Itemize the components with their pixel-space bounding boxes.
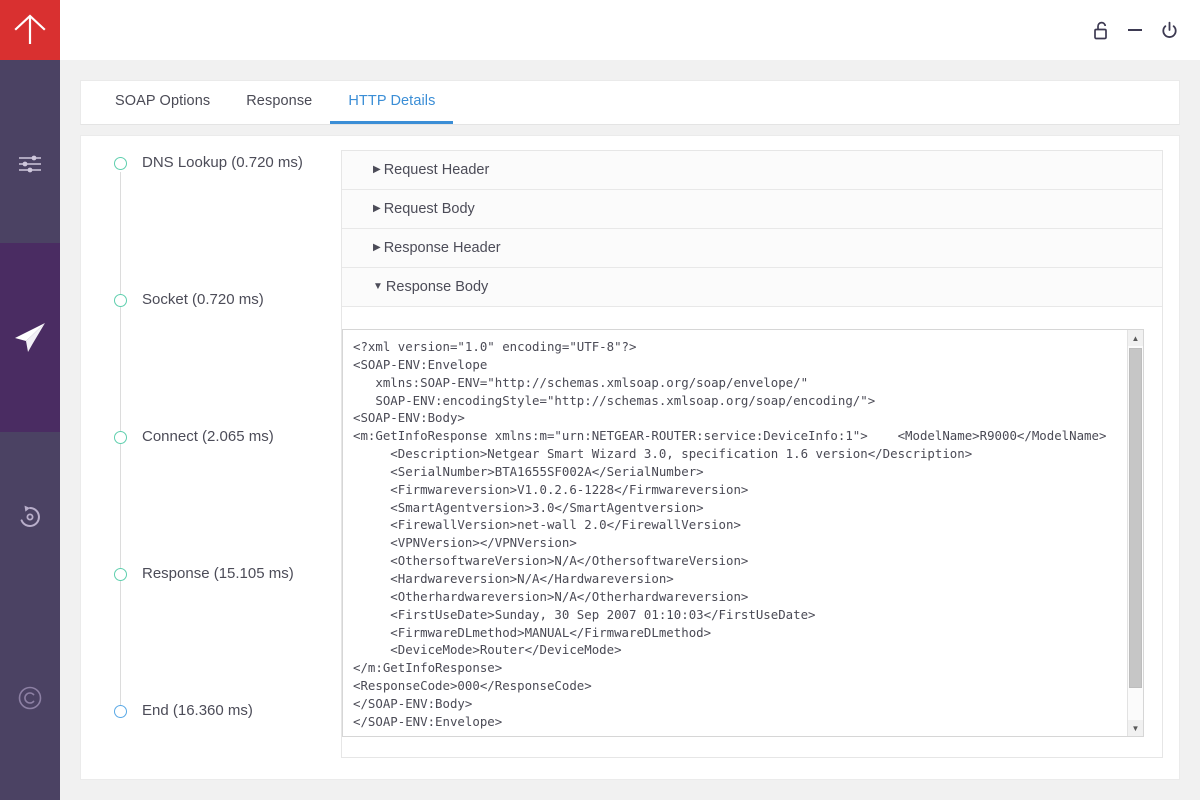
timeline-step-label: DNS Lookup (0.720 ms) — [142, 154, 303, 171]
http-details-panel: DNS Lookup (0.720 ms) Socket (0.720 ms) … — [80, 135, 1180, 780]
application-window: SOAP Options Response HTTP Details DNS L… — [0, 0, 1200, 800]
sidebar-item-settings-sliders[interactable] — [0, 124, 60, 204]
up-arrow-icon — [10, 10, 50, 50]
tab-response[interactable]: Response — [228, 81, 330, 124]
minimize-icon — [1126, 21, 1144, 39]
minimize-button[interactable] — [1118, 13, 1152, 47]
left-sidebar — [0, 0, 60, 800]
accordion-label: Response Body — [385, 279, 489, 295]
accordion-label: Request Body — [383, 201, 475, 217]
timeline-step-label: Connect (2.065 ms) — [142, 428, 274, 445]
scrollbar-thumb[interactable] — [1128, 348, 1142, 688]
sidebar-item-history[interactable] — [0, 477, 60, 557]
timeline-dot-icon — [114, 568, 127, 581]
timeline-step-response[interactable]: Response (15.105 ms) — [97, 565, 341, 702]
http-accordion: ▶ Request Header ▶ Request Body ▶ Respon… — [341, 150, 1163, 758]
accordion-header-response-header[interactable]: ▶ Response Header — [342, 229, 1162, 268]
timeline-step-label: End (16.360 ms) — [142, 702, 253, 719]
copyright-icon — [17, 685, 43, 711]
accordion-label: Response Header — [383, 240, 501, 256]
timeline-step-label: Response (15.105 ms) — [142, 565, 294, 582]
unlock-button[interactable] — [1084, 13, 1118, 47]
tab-soap-options[interactable]: SOAP Options — [97, 81, 228, 124]
sidebar-item-copyright[interactable] — [0, 658, 60, 738]
response-body-viewer[interactable]: <?xml version="1.0" encoding="UTF-8"?> <… — [342, 329, 1144, 737]
chevron-right-icon: ▶ — [373, 164, 381, 175]
paper-plane-icon — [11, 319, 49, 357]
timeline-dot-icon — [114, 431, 127, 444]
timeline-dot-icon — [114, 294, 127, 307]
timeline-step-dns-lookup[interactable]: DNS Lookup (0.720 ms) — [97, 154, 341, 291]
content-area: SOAP Options Response HTTP Details DNS L… — [60, 60, 1200, 800]
timeline-step-label: Socket (0.720 ms) — [142, 291, 264, 308]
tab-label: HTTP Details — [348, 93, 436, 109]
timeline-step-connect[interactable]: Connect (2.065 ms) — [97, 428, 341, 565]
timeline-dot-icon — [114, 705, 127, 718]
chevron-down-icon: ▼ — [373, 281, 383, 292]
sidebar-item-send-request[interactable] — [0, 243, 60, 432]
tab-bar: SOAP Options Response HTTP Details — [80, 80, 1180, 125]
tab-http-details[interactable]: HTTP Details — [330, 81, 454, 124]
scrollbar-track[interactable] — [1127, 346, 1143, 720]
power-icon — [1160, 21, 1179, 40]
app-logo[interactable] — [0, 0, 60, 60]
unlock-icon — [1093, 21, 1110, 40]
scroll-down-arrow-icon[interactable]: ▼ — [1127, 720, 1143, 736]
accordion-header-request-header[interactable]: ▶ Request Header — [342, 151, 1162, 190]
accordion-header-request-body[interactable]: ▶ Request Body — [342, 190, 1162, 229]
power-button[interactable] — [1152, 13, 1186, 47]
response-body-xml: <?xml version="1.0" encoding="UTF-8"?> <… — [353, 339, 1107, 729]
timeline-step-end[interactable]: End (16.360 ms) — [97, 702, 341, 719]
history-icon — [17, 504, 43, 530]
response-body-scrollbar[interactable]: ▲ ▼ — [1127, 330, 1143, 736]
timeline-step-socket[interactable]: Socket (0.720 ms) — [97, 291, 341, 428]
accordion-body-response-body: <?xml version="1.0" encoding="UTF-8"?> <… — [342, 329, 1162, 737]
tab-label: Response — [246, 93, 313, 109]
scroll-up-arrow-icon[interactable]: ▲ — [1127, 330, 1143, 346]
sliders-icon — [17, 153, 43, 175]
response-body-scroll-area: <?xml version="1.0" encoding="UTF-8"?> <… — [343, 330, 1127, 736]
tab-label: SOAP Options — [115, 93, 211, 109]
chevron-right-icon: ▶ — [373, 203, 381, 214]
request-timeline: DNS Lookup (0.720 ms) Socket (0.720 ms) … — [97, 150, 341, 763]
title-bar — [60, 0, 1200, 60]
timeline-dot-icon — [114, 157, 127, 170]
accordion-header-response-body[interactable]: ▼ Response Body — [342, 268, 1162, 307]
accordion-label: Request Header — [383, 162, 490, 178]
chevron-right-icon: ▶ — [373, 242, 381, 253]
